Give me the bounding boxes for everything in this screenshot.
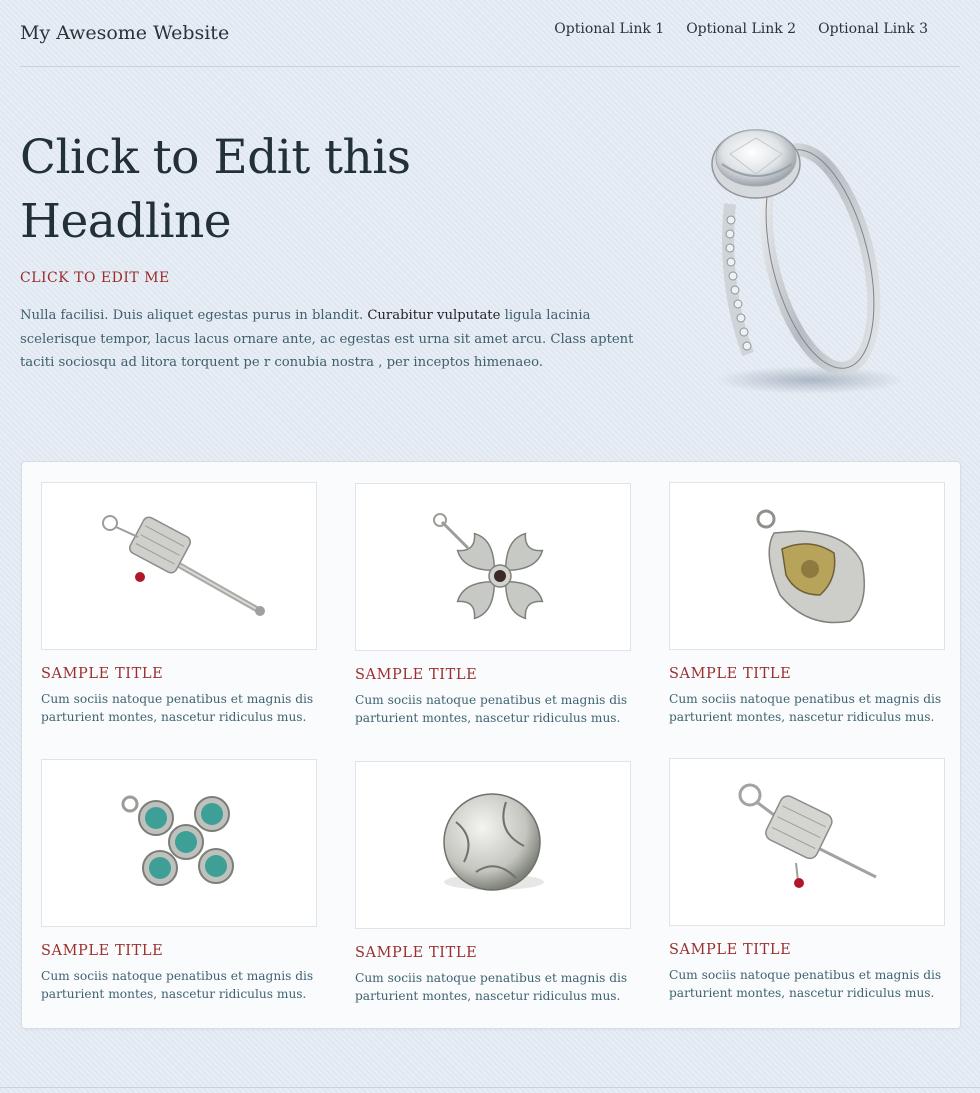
main-nav: Optional Link 1 Optional Link 2 Optional…: [554, 21, 928, 37]
site-header: My Awesome Website Optional Link 1 Optio…: [20, 0, 960, 67]
footer-divider: [0, 1087, 980, 1088]
product-card[interactable]: SAMPLE TITLE Cum sociis natoque penatibu…: [669, 482, 945, 726]
products-panel: SAMPLE TITLE Cum sociis natoque penatibu…: [21, 461, 961, 1029]
product-description: Cum sociis natoque penatibus et magnis d…: [41, 969, 314, 1001]
product-title[interactable]: SAMPLE TITLE: [669, 942, 945, 958]
nav-link-2[interactable]: Optional Link 2: [686, 21, 796, 37]
hero-body-part1: Nulla facilisi. Duis aliquet egestas pur…: [20, 308, 368, 323]
product-card[interactable]: SAMPLE TITLE Cum sociis natoque penatibu…: [41, 482, 317, 726]
product-card[interactable]: SAMPLE TITLE Cum sociis natoque penatibu…: [355, 761, 631, 1005]
hero-body-text: Nulla facilisi. Duis aliquet egestas pur…: [20, 304, 660, 375]
product-image-charm[interactable]: [669, 758, 945, 926]
product-description: Cum sociis natoque penatibus et magnis d…: [355, 971, 628, 1003]
hero-headline[interactable]: Click to Edit this Headline: [20, 126, 500, 254]
product-title[interactable]: SAMPLE TITLE: [355, 945, 631, 961]
nav-link-3[interactable]: Optional Link 3: [818, 21, 928, 37]
hero-subheading[interactable]: CLICK TO EDIT ME: [20, 270, 170, 286]
product-description: Cum sociis natoque penatibus et magnis d…: [669, 968, 942, 1000]
product-card[interactable]: SAMPLE TITLE Cum sociis natoque penatibu…: [355, 483, 631, 727]
product-image-turquoise[interactable]: [41, 759, 317, 927]
product-title[interactable]: SAMPLE TITLE: [355, 667, 631, 683]
product-card[interactable]: SAMPLE TITLE Cum sociis natoque penatibu…: [669, 758, 945, 1002]
product-description: Cum sociis natoque penatibus et magnis d…: [669, 692, 942, 724]
product-image-dorje-cross[interactable]: [355, 483, 631, 651]
site-title[interactable]: My Awesome Website: [20, 22, 229, 44]
product-title[interactable]: SAMPLE TITLE: [669, 666, 945, 682]
hero-body-highlight: Curabitur vulputate: [367, 308, 501, 323]
product-description: Cum sociis natoque penatibus et magnis d…: [41, 692, 314, 724]
product-title[interactable]: SAMPLE TITLE: [41, 666, 317, 682]
product-image-prayer-wheel[interactable]: [41, 482, 317, 650]
product-title[interactable]: SAMPLE TITLE: [41, 943, 317, 959]
nav-link-1[interactable]: Optional Link 1: [554, 21, 664, 37]
ring-image: [700, 124, 910, 404]
product-description: Cum sociis natoque penatibus et magnis d…: [355, 693, 628, 725]
product-card[interactable]: SAMPLE TITLE Cum sociis natoque penatibu…: [41, 759, 317, 1003]
product-image-bead[interactable]: [355, 761, 631, 929]
product-image-amulet[interactable]: [669, 482, 945, 650]
